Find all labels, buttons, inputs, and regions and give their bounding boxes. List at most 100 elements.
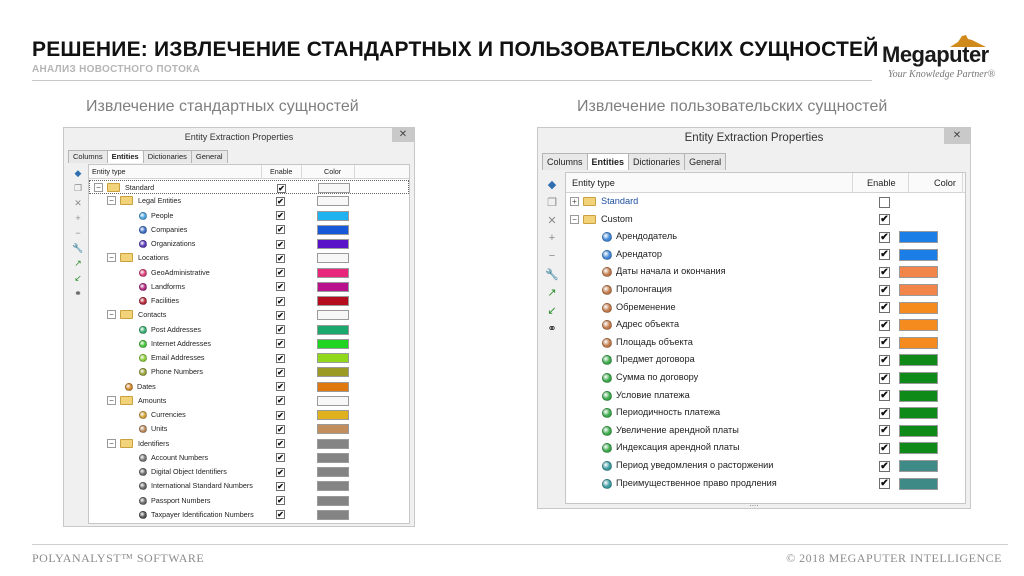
- enable-checkbox[interactable]: ✔: [276, 339, 285, 349]
- wrench-icon[interactable]: 🔧: [542, 268, 562, 281]
- enable-checkbox[interactable]: ✔: [276, 439, 285, 448]
- binoculars-icon[interactable]: ⚭: [542, 322, 562, 335]
- color-swatch[interactable]: [899, 248, 938, 261]
- color-swatch[interactable]: [899, 354, 938, 367]
- color-swatch[interactable]: [899, 372, 938, 384]
- color-swatch[interactable]: [317, 495, 349, 506]
- tree-entity-row[interactable]: Units ✔: [89, 422, 409, 436]
- enable-checkbox[interactable]: ✔: [879, 425, 890, 437]
- enable-checkbox[interactable]: ✔: [276, 367, 285, 377]
- diamond-icon[interactable]: ◆: [542, 178, 562, 191]
- tree-entity-row[interactable]: Digital Object Identifiers ✔: [89, 465, 409, 479]
- color-swatch[interactable]: [317, 281, 349, 292]
- tree-entity-row[interactable]: International Standard Numbers ✔: [89, 479, 409, 493]
- color-swatch[interactable]: [317, 438, 349, 449]
- tab-general[interactable]: General: [684, 153, 727, 170]
- tab-dictionaries[interactable]: Dictionaries: [628, 153, 686, 170]
- color-swatch[interactable]: [317, 310, 349, 321]
- color-swatch[interactable]: [317, 296, 349, 306]
- tree-entity-row[interactable]: Internet Addresses ✔: [89, 337, 409, 351]
- tree-entity-row[interactable]: Период уведомления о расторжении ✔: [566, 457, 965, 475]
- color-swatch[interactable]: [317, 338, 349, 349]
- tree-entity-row[interactable]: Пролонгация ✔: [566, 281, 965, 299]
- tree-entity-row[interactable]: Companies ✔: [89, 223, 409, 237]
- tree-entity-row[interactable]: Account Numbers ✔: [89, 451, 409, 465]
- tree-entity-row[interactable]: Арендодатель ✔: [566, 228, 965, 246]
- collapse-icon[interactable]: −: [107, 310, 116, 320]
- enable-checkbox[interactable]: ✔: [277, 183, 286, 193]
- enable-checkbox[interactable]: ✔: [276, 510, 285, 520]
- color-swatch[interactable]: [317, 239, 349, 249]
- collapse-icon[interactable]: −: [107, 438, 116, 448]
- color-swatch[interactable]: [317, 196, 349, 207]
- enable-checkbox[interactable]: ✔: [879, 354, 890, 366]
- export-icon[interactable]: ↗: [542, 286, 562, 299]
- enable-checkbox[interactable]: ✔: [879, 460, 890, 472]
- color-swatch[interactable]: [899, 477, 938, 490]
- color-swatch[interactable]: [317, 267, 349, 278]
- tree-entity-row[interactable]: Индексация арендной платы ✔: [566, 439, 965, 457]
- close-icon[interactable]: ✕: [392, 128, 414, 142]
- tree-entity-row[interactable]: Email Addresses ✔: [89, 351, 409, 365]
- enable-checkbox[interactable]: ✔: [879, 337, 890, 349]
- tree-entity-row[interactable]: Landforms ✔: [89, 280, 409, 294]
- minus-icon[interactable]: −: [542, 250, 562, 262]
- import-icon[interactable]: ↙: [542, 304, 562, 317]
- tab-general[interactable]: General: [190, 150, 228, 163]
- color-swatch[interactable]: [899, 389, 938, 402]
- column-divider[interactable]: [908, 173, 909, 193]
- tree-folder-row[interactable]: − Identifiers ✔: [89, 437, 409, 451]
- color-swatch[interactable]: [899, 336, 938, 349]
- column-color[interactable]: Color: [934, 173, 956, 193]
- enable-checkbox[interactable]: ✔: [879, 390, 890, 402]
- color-swatch[interactable]: [899, 266, 938, 279]
- import-icon[interactable]: ↙: [68, 273, 88, 284]
- enable-checkbox[interactable]: ✔: [276, 325, 285, 334]
- expand-icon[interactable]: +: [570, 197, 579, 206]
- enable-checkbox[interactable]: ✔: [879, 478, 890, 490]
- minus-icon[interactable]: −: [68, 228, 88, 238]
- color-swatch[interactable]: [317, 410, 349, 420]
- copy-icon[interactable]: ❐: [542, 196, 562, 209]
- column-divider[interactable]: [261, 165, 262, 179]
- color-swatch[interactable]: [899, 301, 938, 314]
- binoculars-icon[interactable]: ⚭: [68, 288, 88, 299]
- enable-checkbox[interactable]: ✔: [879, 302, 890, 314]
- enable-checkbox[interactable]: ✔: [879, 284, 890, 296]
- column-divider[interactable]: [852, 173, 853, 193]
- color-swatch[interactable]: [317, 467, 349, 477]
- column-enable[interactable]: Enable: [270, 165, 292, 179]
- color-swatch[interactable]: [317, 224, 349, 235]
- enable-checkbox[interactable]: ✔: [879, 407, 890, 419]
- tree-entity-row[interactable]: Площадь объекта ✔: [566, 334, 965, 352]
- tree-folder-row[interactable]: − Standard ✔: [89, 180, 409, 195]
- column-enable[interactable]: Enable: [867, 173, 896, 193]
- tab-entities[interactable]: Entities: [106, 150, 144, 163]
- tab-entities[interactable]: Entities: [586, 153, 630, 170]
- enable-checkbox[interactable]: ✔: [276, 268, 285, 277]
- color-swatch[interactable]: [899, 319, 938, 332]
- tree-folder-row[interactable]: − Contacts ✔: [89, 308, 409, 322]
- collapse-icon[interactable]: −: [107, 196, 116, 206]
- color-swatch[interactable]: [317, 509, 349, 520]
- tree-entity-row[interactable]: Taxpayer Identification Numbers ✔: [89, 508, 409, 522]
- enable-checkbox[interactable]: ✔: [879, 442, 890, 454]
- color-swatch[interactable]: [317, 353, 349, 363]
- enable-checkbox[interactable]: ✔: [276, 211, 285, 220]
- enable-checkbox[interactable]: ✔: [276, 467, 285, 477]
- tree-entity-row[interactable]: Сумма по договору ✔: [566, 369, 965, 387]
- color-swatch[interactable]: [317, 452, 349, 463]
- color-swatch[interactable]: [317, 481, 349, 492]
- plus-icon[interactable]: +: [542, 232, 562, 244]
- tree-entity-row[interactable]: Увеличение арендной платы ✔: [566, 422, 965, 440]
- color-swatch[interactable]: [899, 460, 938, 472]
- tree-entity-row[interactable]: Условие платежа ✔: [566, 387, 965, 405]
- resize-grip[interactable]: ....: [538, 499, 970, 508]
- tree-entity-row[interactable]: Даты начала и окончания ✔: [566, 263, 965, 281]
- color-swatch[interactable]: [317, 210, 349, 221]
- tree-folder-row[interactable]: − Amounts ✔: [89, 394, 409, 408]
- enable-checkbox[interactable]: ✔: [276, 382, 285, 391]
- color-swatch[interactable]: [899, 284, 938, 296]
- enable-checkbox[interactable]: ✔: [276, 239, 285, 249]
- tree-entity-row[interactable]: Предмет договора ✔: [566, 351, 965, 369]
